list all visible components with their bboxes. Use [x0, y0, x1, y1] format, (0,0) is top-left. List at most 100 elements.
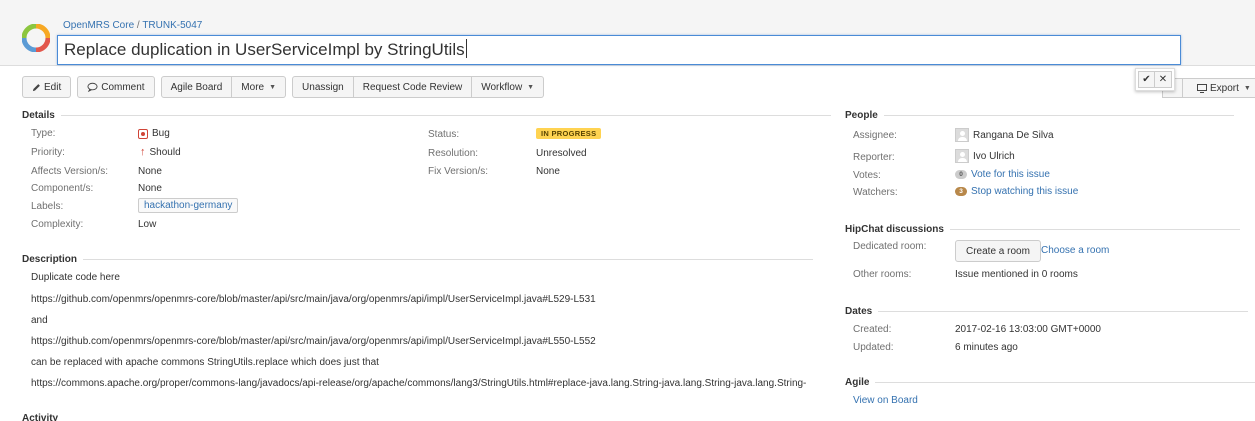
- breadcrumb-project-link[interactable]: OpenMRS Core: [63, 20, 134, 31]
- speech-bubble-icon: [87, 82, 98, 92]
- type-value: Bug: [138, 128, 170, 139]
- component-label: Component/s:: [31, 183, 94, 194]
- reporter-value: Ivo Ulrich: [955, 149, 1015, 163]
- assignee-user-link[interactable]: Rangana De Silva: [973, 130, 1054, 141]
- activity-heading[interactable]: Activity: [22, 413, 58, 421]
- dates-divider: [878, 311, 1249, 312]
- avatar: [955, 149, 969, 163]
- export-label: Export: [1210, 82, 1239, 94]
- description-link[interactable]: https://github.com/openmrs/openmrs-core/…: [31, 294, 596, 305]
- issue-title-input[interactable]: Replace duplication in UserServiceImpl b…: [57, 35, 1181, 65]
- status-label: Status:: [428, 129, 460, 140]
- assignee-value: Rangana De Silva: [955, 128, 1054, 142]
- hipchat-heading[interactable]: HipChat discussions: [845, 224, 1240, 235]
- edit-button[interactable]: Edit: [22, 76, 72, 98]
- watchers-value: 3 Stop watching this issue: [955, 186, 1078, 197]
- choose-room-link[interactable]: Choose a room: [1041, 245, 1109, 256]
- pencil-icon: [32, 83, 40, 91]
- request-code-review-button[interactable]: Request Code Review: [353, 76, 473, 98]
- votes-count-badge: 0: [955, 170, 967, 179]
- unassign-button[interactable]: Unassign: [292, 76, 354, 98]
- complexity-value: Low: [138, 219, 157, 230]
- agile-board-label: Agile Board: [170, 81, 223, 93]
- complexity-label: Complexity:: [31, 219, 84, 230]
- resolution-value: Unresolved: [536, 148, 587, 159]
- breadcrumb-issue-key-link[interactable]: TRUNK-5047: [142, 20, 202, 31]
- created-value: 2017-02-16 13:03:00 GMT+0000: [955, 324, 1101, 335]
- chevron-down-icon: ▼: [1243, 84, 1251, 92]
- people-heading[interactable]: People: [845, 110, 1234, 121]
- issue-title-text: Replace duplication in UserServiceImpl b…: [64, 40, 465, 59]
- create-room-label: Create a room: [966, 245, 1030, 257]
- vote-link[interactable]: Vote for this issue: [971, 169, 1050, 180]
- description-text: Duplicate code here: [31, 272, 120, 283]
- cancel-title-button[interactable]: ✕: [1155, 71, 1172, 88]
- issue-header: OpenMRS Core / TRUNK-5047 Replace duplic…: [0, 0, 1255, 66]
- fix-version-label: Fix Version/s:: [428, 166, 489, 177]
- description-link[interactable]: https://commons.apache.org/proper/common…: [31, 378, 806, 389]
- other-rooms-value: Issue mentioned in 0 rooms: [955, 269, 1078, 280]
- title-edit-actions: ✔ ✕: [1135, 68, 1175, 91]
- openmrs-logo-icon: [22, 24, 50, 52]
- labels-label: Labels:: [31, 201, 64, 212]
- labels-value: hackathon-germany: [138, 198, 239, 213]
- arrow-up-icon: ↑: [140, 146, 146, 158]
- stop-watching-link[interactable]: Stop watching this issue: [971, 186, 1078, 197]
- description-text: and: [31, 315, 48, 326]
- watchers-count-badge: 3: [955, 187, 967, 196]
- bug-icon: [138, 128, 148, 139]
- confirm-title-button[interactable]: ✔: [1138, 71, 1155, 88]
- workflow-label: Workflow: [481, 81, 523, 93]
- other-rooms-label: Other rooms:: [853, 269, 912, 280]
- created-label: Created:: [853, 324, 892, 335]
- details-heading[interactable]: Details: [22, 110, 831, 121]
- type-value-text: Bug: [152, 128, 170, 139]
- unassign-label: Unassign: [302, 81, 344, 93]
- updated-value: 6 minutes ago: [955, 342, 1018, 353]
- workflow-dropdown-button[interactable]: Workflow ▼: [472, 76, 545, 98]
- dates-heading-text: Dates: [845, 306, 873, 317]
- agile-board-button[interactable]: Agile Board: [160, 76, 233, 98]
- reporter-user-link[interactable]: Ivo Ulrich: [973, 151, 1015, 162]
- description-link[interactable]: https://github.com/openmrs/openmrs-core/…: [31, 336, 596, 347]
- type-label: Type:: [31, 128, 56, 139]
- details-divider: [60, 115, 831, 116]
- people-divider: [883, 115, 1234, 116]
- description-heading[interactable]: Description: [22, 254, 814, 265]
- breadcrumb-separator: /: [136, 20, 140, 31]
- dedicated-room-label: Dedicated room:: [853, 241, 927, 252]
- dates-heading[interactable]: Dates: [845, 306, 1249, 317]
- export-dropdown-button[interactable]: Export ▼: [1182, 78, 1255, 98]
- hipchat-heading-text: HipChat discussions: [845, 224, 944, 235]
- affects-version-label: Affects Version/s:: [31, 166, 109, 177]
- comment-button[interactable]: Comment: [77, 76, 155, 98]
- priority-label: Priority:: [31, 147, 65, 158]
- priority-value: ↑ Should: [140, 146, 181, 158]
- issue-toolbar: Edit Comment Agile Board More ▼ Unassign …: [22, 76, 550, 98]
- reporter-label: Reporter:: [853, 152, 895, 163]
- description-divider: [83, 259, 814, 260]
- breadcrumb: OpenMRS Core / TRUNK-5047: [63, 20, 202, 31]
- chevron-down-icon: ▼: [527, 83, 535, 91]
- more-dropdown-button[interactable]: More ▼: [232, 76, 287, 98]
- assignee-label: Assignee:: [853, 130, 897, 141]
- updated-label: Updated:: [853, 342, 894, 353]
- more-label: More: [241, 81, 265, 93]
- activity-heading-text: Activity: [22, 413, 59, 421]
- priority-value-text: Should: [149, 146, 181, 158]
- hipchat-divider: [949, 229, 1240, 230]
- view-on-board-link[interactable]: View on Board: [853, 395, 918, 406]
- edit-label: Edit: [44, 81, 62, 93]
- agile-heading[interactable]: Agile: [845, 377, 1255, 388]
- label-tag-link[interactable]: hackathon-germany: [138, 198, 239, 213]
- request-code-review-label: Request Code Review: [362, 81, 463, 93]
- text-caret: [465, 39, 467, 58]
- create-room-button[interactable]: Create a room: [955, 240, 1041, 262]
- people-heading-text: People: [845, 110, 878, 121]
- export-icon: [1197, 83, 1207, 93]
- avatar: [955, 128, 969, 142]
- description-heading-text: Description: [22, 254, 78, 265]
- votes-label: Votes:: [853, 170, 881, 181]
- resolution-label: Resolution:: [428, 148, 479, 159]
- votes-value: 0 Vote for this issue: [955, 169, 1050, 180]
